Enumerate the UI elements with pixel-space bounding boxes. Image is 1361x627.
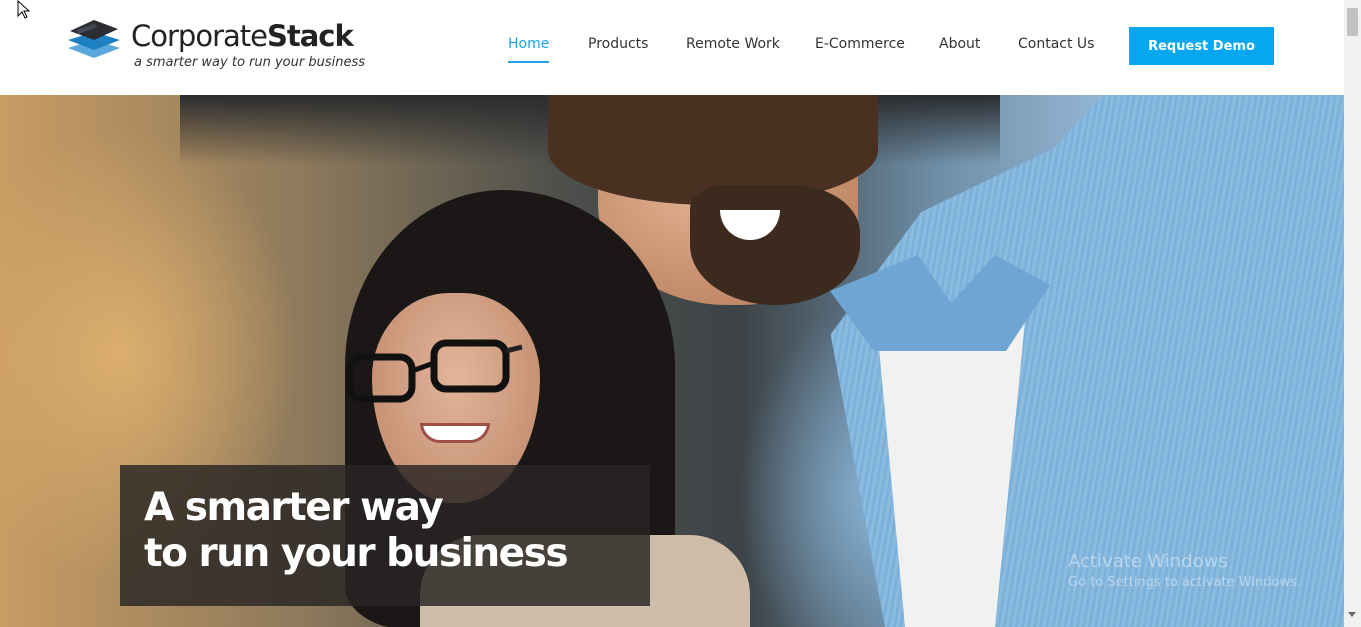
mouse-pointer-icon [17,0,30,19]
stacked-layers-logo-icon [68,20,120,58]
nav-item-products[interactable]: Products [588,36,648,52]
hero-title: A smarter way to run your business [144,485,569,577]
activate-windows-watermark: Activate Windows Go to Settings to activ… [1068,551,1301,593]
watermark-title: Activate Windows [1068,551,1228,572]
nav-item-contact-us[interactable]: Contact Us [1018,36,1094,52]
photo-woman-smile [420,423,490,443]
brand-name-part2: Stack [266,19,354,53]
site-header: CorporateStack a smarter way to run your… [0,0,1344,95]
scrollbar-thumb[interactable] [1347,8,1358,36]
scroll-down-arrow-icon[interactable] [1348,612,1356,617]
photo-man-beard [690,185,860,305]
request-demo-button[interactable]: Request Demo [1129,27,1274,65]
page-scrollbar[interactable] [1344,0,1361,627]
watermark-subtitle: Go to Settings to activate Windows. [1068,575,1301,590]
hero-title-line2: to run your business [144,531,569,576]
nav-item-home[interactable]: Home [508,36,550,63]
brand-name: CorporateStack [131,18,354,54]
nav-item-about[interactable]: About [939,36,980,52]
photo-woman-glasses [346,339,523,403]
nav-item-remote-work[interactable]: Remote Work [686,36,780,52]
brand-name-part1: Corporate [131,19,268,53]
hero-caption-card: A smarter way to run your business [120,465,650,606]
logo-link[interactable]: CorporateStack a smarter way to run your… [68,16,378,76]
brand-tagline: a smarter way to run your business [134,55,366,70]
hero-banner: A smarter way to run your business Activ… [0,95,1344,627]
hero-title-line1: A smarter way [144,485,444,530]
nav-item-e-commerce[interactable]: E-Commerce [815,36,905,52]
